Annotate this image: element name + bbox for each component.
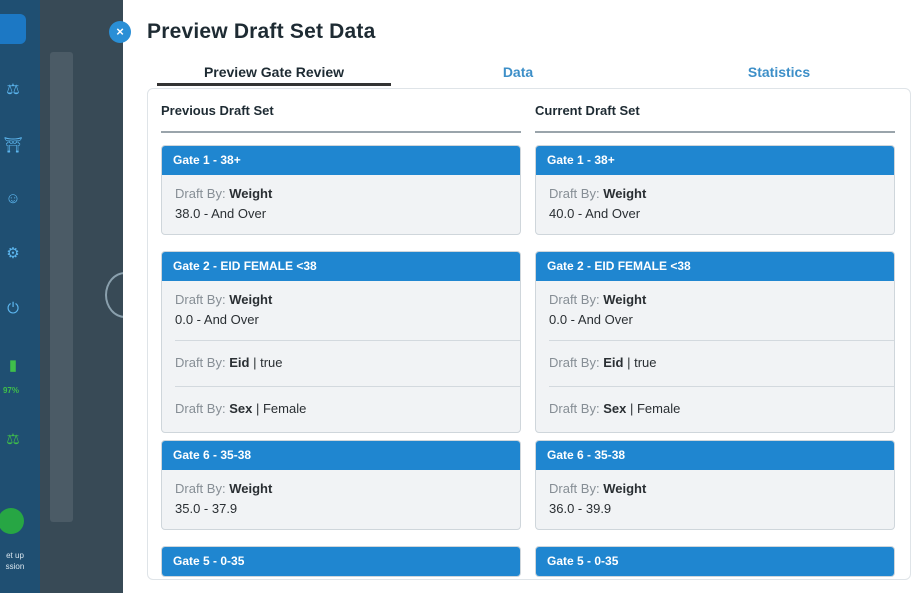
rule-separator: | [629, 401, 634, 416]
gate-title: Gate 1 - 38+ [536, 146, 894, 175]
previous-draft-set-column: Previous Draft Set Gate 1 - 38+ Draft By… [161, 89, 521, 577]
rule-range: 0.0 - And Over [549, 312, 633, 327]
rule-type: Weight [603, 186, 647, 201]
rule-label: Draft By: [549, 292, 600, 307]
current-draft-set-header: Current Draft Set [535, 89, 895, 133]
rule-range: 36.0 - 39.9 [549, 501, 612, 516]
tab-data[interactable]: Data [391, 60, 645, 86]
previous-draft-set-header: Previous Draft Set [161, 89, 521, 133]
power-icon[interactable]: ⏻ [0, 300, 26, 317]
rule-type: Weight [229, 481, 273, 496]
user-add-icon[interactable]: ☺ [0, 190, 26, 207]
setup-session-label[interactable]: et up ssion [0, 550, 30, 572]
balance-icon[interactable]: ⚖ [0, 430, 26, 448]
gate-card: Gate 1 - 38+ Draft By: Weight 40.0 - And… [535, 145, 895, 235]
gate-review-panel: Previous Draft Set Gate 1 - 38+ Draft By… [147, 88, 911, 580]
sidebar-active-tab[interactable] [0, 14, 26, 44]
rule-label: Draft By: [549, 401, 600, 416]
draft-rule: Draft By: Sex | Female [175, 387, 520, 432]
battery-icon: ▮ [8, 357, 18, 374]
gate-title: Gate 6 - 35-38 [162, 441, 520, 470]
tab-preview-gate-review[interactable]: Preview Gate Review [157, 60, 391, 86]
draft-rule: Draft By: Eid | true [175, 341, 520, 387]
rule-value: true [634, 355, 657, 370]
rule-type: Weight [603, 481, 647, 496]
draft-rule: Draft By: Weight 0.0 - And Over [549, 281, 894, 341]
draft-rule: Draft By: Sex | Female [549, 387, 894, 432]
rule-range: 0.0 - And Over [175, 312, 259, 327]
rule-value: true [260, 355, 283, 370]
gate-title: Gate 6 - 35-38 [536, 441, 894, 470]
rule-label: Draft By: [175, 481, 226, 496]
session-status-indicator[interactable] [0, 508, 24, 534]
rule-label: Draft By: [175, 355, 226, 370]
gate-card: Gate 6 - 35-38 Draft By: Weight 35.0 - 3… [161, 440, 521, 530]
rule-separator: | [627, 355, 631, 370]
draft-rule: Draft By: Weight 40.0 - And Over [549, 175, 894, 234]
gate-card: Gate 1 - 38+ Draft By: Weight 38.0 - And… [161, 145, 521, 235]
draft-rule: Draft By: Weight 36.0 - 39.9 [549, 470, 894, 529]
battery-percent: 97% [2, 386, 19, 395]
draft-rule: Draft By: Eid | true [549, 341, 894, 387]
rule-range: 38.0 - And Over [175, 206, 267, 221]
rule-label: Draft By: [549, 355, 600, 370]
backdrop-panel [50, 52, 73, 522]
rule-type: Eid [603, 355, 624, 370]
rule-label: Draft By: [175, 186, 226, 201]
gate-title: Gate 5 - 0-35 [536, 547, 894, 576]
rule-type: Eid [229, 355, 250, 370]
rule-value: Female [636, 401, 681, 416]
gate-card: Gate 2 - EID FEMALE <38 Draft By: Weight… [161, 251, 521, 433]
tab-statistics[interactable]: Statistics [657, 60, 901, 86]
modal-title: Preview Draft Set Data [147, 20, 376, 43]
gate-title: Gate 2 - EID FEMALE <38 [162, 252, 520, 281]
rule-label: Draft By: [549, 481, 600, 496]
rule-range: 35.0 - 37.9 [175, 501, 238, 516]
gate-title: Gate 1 - 38+ [162, 146, 520, 175]
rule-type: Sex [603, 401, 627, 416]
close-button[interactable]: × [109, 21, 131, 43]
rule-type: Weight [603, 292, 647, 307]
draft-rule: Draft By: Weight 38.0 - And Over [175, 175, 520, 234]
rule-type: Weight [229, 292, 273, 307]
gate-card: Gate 5 - 0-35 [161, 546, 521, 577]
rule-range: 40.0 - And Over [549, 206, 641, 221]
gear-icon[interactable]: ⚙ [0, 244, 26, 262]
rule-label: Draft By: [175, 401, 226, 416]
draft-rule: Draft By: Weight 35.0 - 37.9 [175, 470, 520, 529]
session-label-line2: ssion [5, 562, 25, 571]
gate-icon[interactable]: ⛩ [0, 136, 26, 154]
app-sidebar: ⚖ ⛩ ☺ ⚙ ⏻ ▮ 97% ⚖ et up ssion [0, 0, 40, 593]
rule-type: Weight [229, 186, 273, 201]
gate-title: Gate 2 - EID FEMALE <38 [536, 252, 894, 281]
scale-icon[interactable]: ⚖ [0, 80, 26, 98]
gate-title: Gate 5 - 0-35 [162, 547, 520, 576]
preview-modal: Preview Draft Set Data Preview Gate Revi… [123, 0, 911, 593]
current-draft-set-column: Current Draft Set Gate 1 - 38+ Draft By:… [535, 89, 895, 577]
draft-rule: Draft By: Weight 0.0 - And Over [175, 281, 520, 341]
gate-card: Gate 5 - 0-35 [535, 546, 895, 577]
rule-value: Female [262, 401, 307, 416]
rule-label: Draft By: [175, 292, 226, 307]
rule-separator: | [253, 355, 257, 370]
rule-separator: | [255, 401, 260, 416]
tab-bar: Preview Gate Review Data Statistics [157, 60, 901, 86]
gate-card: Gate 6 - 35-38 Draft By: Weight 36.0 - 3… [535, 440, 895, 530]
rule-type: Sex [229, 401, 253, 416]
gate-card: Gate 2 - EID FEMALE <38 Draft By: Weight… [535, 251, 895, 433]
session-label-line1: et up [6, 551, 24, 560]
rule-label: Draft By: [549, 186, 600, 201]
